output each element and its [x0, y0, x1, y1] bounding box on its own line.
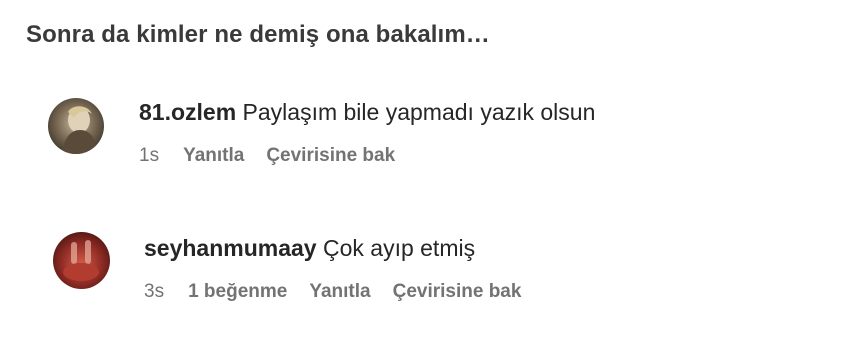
reply-button[interactable]: Yanıtla	[309, 281, 370, 302]
section-heading: Sonra da kimler ne demiş ona bakalım…	[26, 21, 490, 48]
comment-actions: 1s Yanıtla Çevirisine bak	[139, 145, 417, 167]
avatar-photo	[53, 232, 110, 289]
comment-text: Paylaşım bile yapmadı yazık olsun	[242, 99, 596, 125]
avatar[interactable]	[48, 98, 104, 154]
comment-actions: 3s 1 beğenme Yanıtla Çevirisine bak	[144, 281, 543, 303]
comment-line: seyhanmumaay Çok ayıp etmiş	[144, 235, 475, 262]
comment-username[interactable]: seyhanmumaay	[144, 235, 317, 261]
comment-username[interactable]: 81.ozlem	[139, 99, 236, 125]
reply-button[interactable]: Yanıtla	[183, 145, 244, 166]
translate-button[interactable]: Çevirisine bak	[393, 281, 522, 302]
comment-timestamp[interactable]: 1s	[139, 145, 159, 166]
translate-button[interactable]: Çevirisine bak	[266, 145, 395, 166]
comment-timestamp[interactable]: 3s	[144, 281, 164, 302]
avatar-photo	[48, 98, 104, 154]
comment-text: Çok ayıp etmiş	[322, 235, 476, 261]
avatar[interactable]	[53, 232, 110, 289]
likes-count[interactable]: 1 beğenme	[188, 281, 287, 302]
comment-line: 81.ozlem Paylaşım bile yapmadı yazık ols…	[139, 99, 595, 126]
